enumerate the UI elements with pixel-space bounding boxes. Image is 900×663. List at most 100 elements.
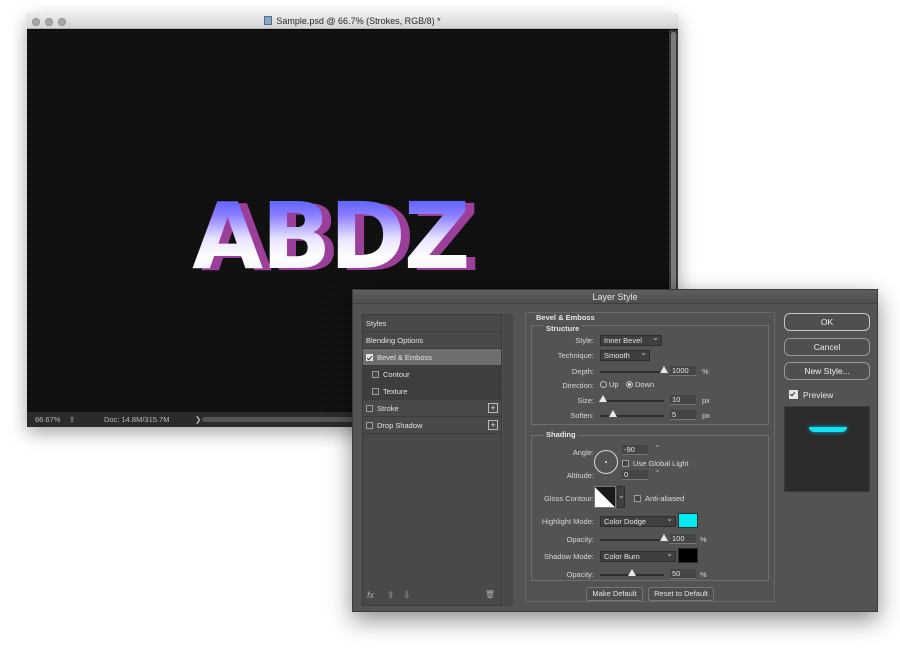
angle-unit: ° [656, 443, 659, 452]
direction-up-radio[interactable]: Up [600, 380, 619, 389]
highlight-opacity-label: Opacity: [566, 535, 594, 544]
depth-slider[interactable] [600, 366, 668, 373]
add-effect-plus-icon[interactable]: + [488, 403, 498, 413]
anti-aliased-checkbox[interactable]: Anti-aliased [634, 494, 684, 503]
add-effect-plus-icon[interactable]: + [488, 420, 498, 430]
style-item-label: Bevel & Emboss [377, 353, 433, 362]
soften-label: Soften: [570, 411, 594, 420]
highlight-opacity-knob[interactable] [660, 534, 668, 541]
shadow-mode-label: Shadow Mode: [543, 552, 594, 561]
style-item-label: Stroke [377, 404, 399, 413]
preview-checkbox[interactable]: Preview [789, 390, 834, 400]
shadow-opacity-input[interactable]: 50 [670, 569, 696, 579]
document-title: Sample.psd @ 66.7% (Strokes, RGB/8) * [27, 16, 678, 26]
soften-input[interactable]: 5 [670, 410, 696, 420]
style-item-checkbox[interactable] [366, 422, 373, 429]
style-select[interactable]: Inner Bevel [600, 333, 662, 346]
style-item-drop-shadow[interactable]: Drop Shadow + [363, 417, 501, 434]
doc-size-info: Doc: 14.8M/315.7M [104, 415, 170, 424]
styles-list: Styles Blending Options Bevel & Emboss Cont… [362, 314, 502, 606]
move-up-icon[interactable]: ⇧ [387, 590, 395, 601]
depth-unit: % [702, 367, 709, 376]
zoom-level[interactable]: 66.67% [35, 415, 60, 424]
highlight-mode-label: Highlight Mode: [541, 517, 594, 526]
style-preview-thumbnail [784, 406, 870, 492]
reset-to-default-button[interactable]: Reset to Default [648, 587, 714, 601]
use-global-light-checkbox[interactable]: Use Global Light [622, 459, 688, 468]
soften-unit: px [702, 411, 710, 420]
style-item-bevel-emboss[interactable]: Bevel & Emboss [363, 349, 501, 366]
size-slider-knob[interactable] [599, 395, 608, 402]
style-item-texture[interactable]: Texture [363, 383, 501, 400]
depth-input[interactable]: 1000 [670, 366, 696, 376]
style-item-label: Styles [366, 319, 387, 328]
highlight-opacity-input[interactable]: 100 [670, 534, 696, 544]
document-titlebar: Sample.psd @ 66.7% (Strokes, RGB/8) * [27, 14, 678, 29]
document-title-text: Sample.psd @ 66.7% (Strokes, RGB/8) * [276, 16, 441, 26]
make-default-button[interactable]: Make Default [586, 587, 643, 601]
new-style-button[interactable]: New Style... [784, 362, 870, 380]
gloss-contour-dropdown[interactable]: ⌄ [617, 486, 625, 508]
angle-dial[interactable] [594, 450, 618, 474]
style-item-stroke[interactable]: Stroke + [363, 400, 501, 417]
style-item-checkbox[interactable] [372, 371, 379, 378]
size-slider[interactable] [599, 395, 664, 402]
direction-down-radio[interactable]: Down [626, 380, 654, 389]
soften-slider-knob[interactable] [608, 410, 617, 417]
style-item-label: Drop Shadow [377, 421, 423, 430]
move-down-icon[interactable]: ⇩ [403, 590, 411, 601]
direction-label: Direction: [562, 381, 594, 390]
direction-down-label: Down [635, 380, 655, 389]
trash-icon[interactable]: 🗑 [485, 590, 495, 599]
style-item-checkbox[interactable] [372, 388, 379, 395]
ok-button[interactable]: OK [784, 313, 870, 331]
angle-input[interactable]: -90 [622, 445, 648, 455]
shadow-mode-select[interactable]: Color Burn [600, 549, 676, 562]
highlight-opacity-slider[interactable] [600, 534, 668, 541]
artwork-text[interactable]: ABDZ ABDZ [192, 187, 522, 289]
highlight-color-swatch[interactable] [678, 513, 698, 528]
style-item-label: Texture [383, 387, 408, 396]
shadow-opacity-slider[interactable] [600, 569, 664, 576]
preview-label: Preview [803, 390, 834, 400]
size-input[interactable]: 10 [670, 395, 696, 405]
style-item-styles[interactable]: Styles [363, 315, 501, 332]
status-menu-arrow-icon[interactable]: ❯ [195, 415, 201, 424]
bevel-emboss-heading: Bevel & Emboss [536, 313, 595, 322]
size-unit: px [702, 396, 710, 405]
dialog-title: Layer Style [353, 290, 877, 304]
structure-heading: Structure [544, 324, 582, 333]
anti-aliased-label: Anti-aliased [645, 494, 685, 503]
preview-check-box [789, 390, 798, 399]
highlight-opacity-unit: % [700, 535, 707, 544]
fx-icon[interactable]: fx [367, 590, 374, 600]
styles-list-footer: fx ⇧ ⇩ 🗑 [363, 587, 501, 605]
cancel-button[interactable]: Cancel [784, 338, 870, 356]
altitude-input[interactable]: 0 [622, 470, 648, 480]
style-item-checkbox[interactable] [366, 354, 373, 361]
technique-label: Technique: [557, 351, 594, 360]
technique-select[interactable]: Smooth [600, 348, 650, 361]
anti-aliased-box [634, 495, 641, 502]
style-item-contour[interactable]: Contour [363, 366, 501, 383]
size-label: Size: [577, 396, 594, 405]
share-icon[interactable]: ⇪ [69, 415, 75, 424]
shading-heading: Shading [544, 430, 578, 439]
shadow-color-swatch[interactable] [678, 548, 698, 563]
altitude-unit: ° [656, 468, 659, 477]
depth-slider-knob[interactable] [660, 366, 668, 373]
preview-glow [809, 427, 847, 432]
style-item-label: Contour [383, 370, 410, 379]
highlight-mode-select[interactable]: Color Dodge [600, 514, 676, 527]
style-item-blending-options[interactable]: Blending Options [363, 332, 501, 349]
style-item-checkbox[interactable] [366, 405, 373, 412]
soften-slider[interactable] [600, 410, 664, 417]
gloss-contour-preview[interactable] [594, 486, 616, 508]
angle-label: Angle: [572, 448, 594, 457]
altitude-label: Altitude: [566, 471, 594, 480]
shadow-opacity-knob[interactable] [628, 569, 636, 576]
horizontal-scrollbar[interactable] [202, 417, 362, 422]
styles-list-scrollbar[interactable] [503, 314, 513, 606]
psd-file-icon [264, 16, 273, 25]
bevel-emboss-settings: Bevel & Emboss Structure Style: Inner Be… [525, 312, 775, 602]
